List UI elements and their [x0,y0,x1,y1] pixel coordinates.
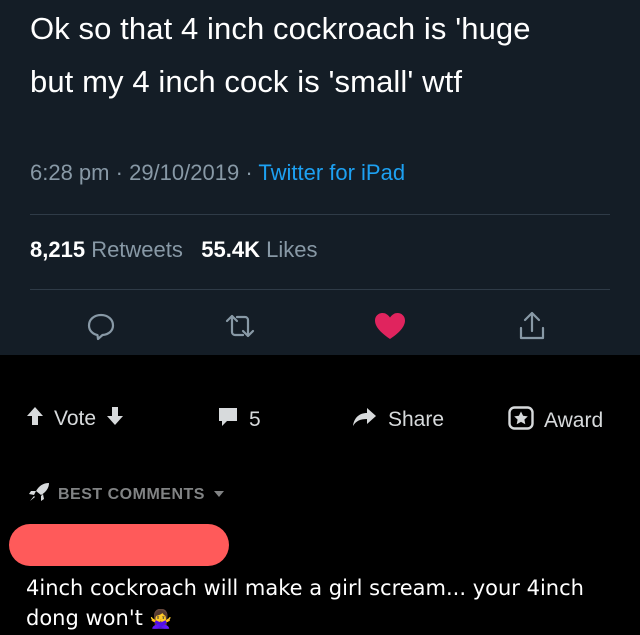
tweet-text-line-1: Ok so that 4 inch cockroach is 'huge [30,11,531,46]
share-label: Share [388,408,445,431]
comment-text-line-1: 4inch cockroach will make a girl scream.… [26,576,584,600]
tweet-text-line-2: but my 4 inch cock is 'small' wtf [30,64,463,99]
tweet-stats: 8,215 Retweets 55.4K Likes [30,237,317,263]
tweet-source-link[interactable]: Twitter for iPad [258,160,405,185]
rocket-icon [28,482,50,507]
share-arrow-icon [352,406,378,434]
award-star-icon [508,406,534,436]
share-icon[interactable] [512,306,552,346]
tweet-actions [0,306,640,346]
likes-label: Likes [266,237,318,262]
vote-label: Vote [54,407,97,430]
chevron-down-icon [213,486,225,504]
divider [30,214,610,215]
meta-separator: · [245,160,259,185]
likes-stat[interactable]: 55.4K Likes [201,237,317,262]
divider [30,289,610,290]
retweets-stat[interactable]: 8,215 Retweets [30,237,189,262]
comment-text-line-2: dong won't 🙅‍♀️ [26,603,626,635]
post-toolbar: Vote 5 Share Award [0,398,640,442]
gesturing-no-emoji: 🙅‍♀️ [149,609,172,630]
comments-button[interactable]: 5 [217,406,261,434]
share-button[interactable]: Share [352,406,444,434]
meta-separator: · [115,160,130,185]
comment-text-line-2-text: dong won't [26,606,143,630]
retweets-label: Retweets [91,237,183,262]
comment-sort-dropdown[interactable]: BEST COMMENTS [28,482,225,507]
upvote-arrow-icon[interactable] [26,406,44,432]
tweet-time: 6:28 pm [30,160,110,185]
tweet-meta: 6:28 pm · 29/10/2019 · Twitter for iPad [30,160,405,186]
top-comment: 4inch cockroach will make a girl scream.… [26,573,626,635]
tweet-date: 29/10/2019 [129,160,240,185]
vote-control: Vote [26,406,124,432]
tweet-text: Ok so that 4 inch cockroach is 'huge but… [30,2,630,108]
award-label: Award [544,409,604,432]
award-button[interactable]: Award [508,406,603,436]
comments-count: 5 [249,408,261,431]
tweet-card: Ok so that 4 inch cockroach is 'huge but… [0,0,640,355]
comment-bubble-icon [217,406,239,434]
like-heart-icon[interactable] [370,306,410,346]
sort-label: BEST COMMENTS [58,485,205,503]
downvote-arrow-icon[interactable] [106,406,124,432]
reply-icon[interactable] [81,306,121,346]
redacted-username [9,524,229,566]
retweets-count: 8,215 [30,237,86,262]
retweet-icon[interactable] [220,306,260,346]
likes-count: 55.4K [201,237,260,262]
